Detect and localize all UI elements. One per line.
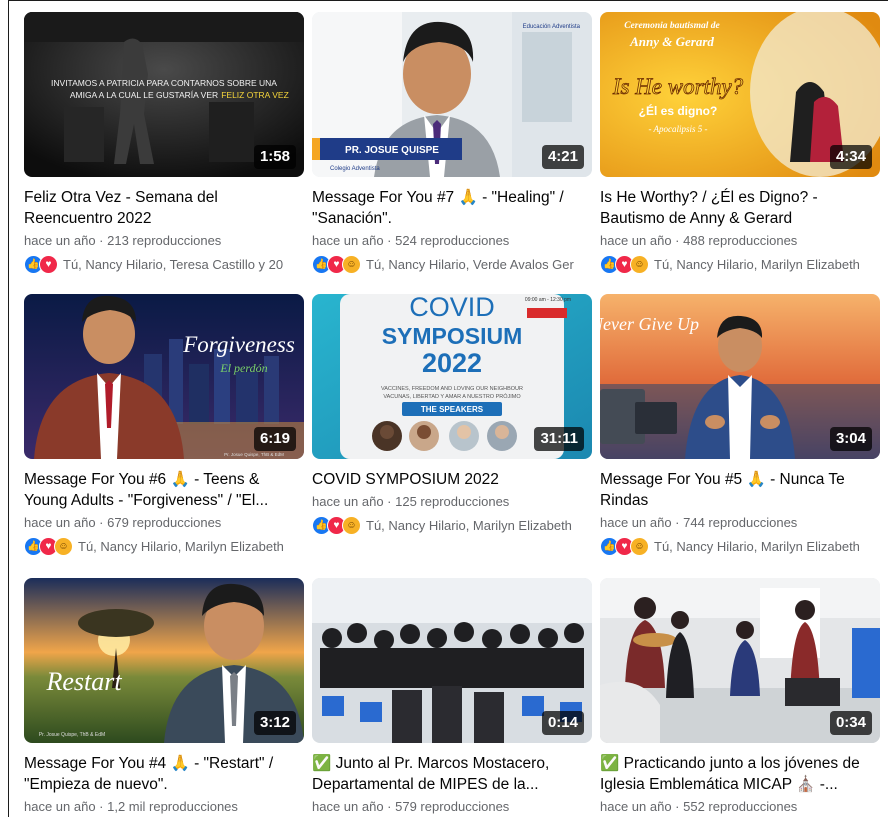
video-title[interactable]: ✅ Practicando junto a los jóvenes de Igl… [600, 753, 880, 795]
reactions-row[interactable]: 👍 ♥ ☺ Tú, Nancy Hilario, Marilyn Elizabe… [600, 536, 880, 556]
reaction-names: Tú, Nancy Hilario, Marilyn Elizabeth [366, 517, 572, 533]
reactions-row[interactable]: 👍 ♥ ☺ Tú, Nancy Hilario, Marilyn Elizabe… [600, 254, 880, 274]
video-title[interactable]: Message For You #5 🙏 - Nunca Te Rindas [600, 469, 880, 511]
thumb-tagline-es: VACUNAS, LIBERTAD Y AMAR A NUESTRO PRÓJI… [383, 393, 521, 400]
video-title[interactable]: Message For You #7 🙏 - "Healing" / "Sana… [312, 187, 592, 229]
video-meta: hace un año · 213 reproducciones [24, 233, 222, 248]
video-thumbnail[interactable]: PR. JOSUE QUISPE Colegio Adventista Educ… [312, 12, 592, 177]
video-meta: hace un año · 552 reproducciones [600, 799, 798, 814]
thumb-heading1: Ceremonia bautismal de [624, 21, 720, 31]
reaction-names: Tú, Nancy Hilario, Marilyn Elizabeth [654, 256, 860, 272]
thumb-reference: - Apocalipsis 5 - [648, 124, 707, 134]
video-thumbnail[interactable]: COVID SYMPOSIUM 2022 VACCINES, FREEDOM A… [312, 294, 592, 459]
video-meta: hace un año · 579 reproducciones [312, 799, 510, 814]
video-duration: 1:58 [253, 145, 296, 169]
thumb-heading2: SYMPOSIUM [382, 323, 523, 349]
thumb-name-banner: PR. JOSUE QUISPE [345, 145, 439, 156]
reaction-names: Tú, Nancy Hilario, Marilyn Elizabeth [78, 538, 284, 554]
video-title[interactable]: Feliz Otra Vez - Semana del Reencuentro … [24, 187, 304, 229]
video-card[interactable]: COVID SYMPOSIUM 2022 VACCINES, FREEDOM A… [312, 294, 592, 535]
thumb-subtitle: El perdón [219, 361, 267, 375]
video-title[interactable]: Is He Worthy? / ¿Él es Digno? - Bautismo… [600, 187, 880, 229]
thumb-text-line2: AMIGA A LA CUAL LE GUSTARÍA VER [70, 90, 218, 100]
care-reaction-icon: ☺ [54, 536, 73, 556]
thumb-main-title: Never Give Up [600, 314, 699, 334]
video-meta: hace un año · 125 reproducciones [312, 494, 510, 509]
thumb-text-highlight: FELIZ OTRA VEZ [221, 90, 289, 100]
video-thumbnail[interactable]: 0:14 [312, 578, 592, 743]
video-title[interactable]: Message For You #6 🙏 - Teens & Young Adu… [24, 469, 304, 511]
video-duration: 0:14 [541, 711, 584, 735]
video-card[interactable]: Forgiveness El perdón Pr. Josue Quispe, … [24, 294, 304, 556]
thumb-tagline-en: VACCINES, FREEDOM AND LOVING OUR NEIGHBO… [381, 386, 523, 392]
video-card[interactable]: INVITAMOS A PATRICIA PARA CONTARNOS SOBR… [24, 12, 304, 274]
video-card[interactable]: PR. JOSUE QUISPE Colegio Adventista Educ… [312, 12, 592, 274]
video-thumbnail[interactable]: 0:34 [600, 578, 880, 743]
thumb-school-label: Colegio Adventista [330, 166, 380, 172]
video-meta: hace un año · 744 reproducciones [600, 515, 798, 530]
video-thumbnail[interactable]: INVITAMOS A PATRICIA PARA CONTARNOS SOBR… [24, 12, 304, 177]
reaction-names: Tú, Nancy Hilario, Teresa Castillo y 20 [63, 256, 284, 272]
love-reaction-icon: ♥ [39, 254, 58, 274]
thumb-credit: Pr. Josue Quispe, ThB & EdM [224, 452, 284, 457]
care-reaction-icon: ☺ [630, 254, 649, 274]
video-duration: 4:34 [829, 145, 872, 169]
thumb-speakers-label: THE SPEAKERS [421, 405, 484, 414]
video-card[interactable]: Ceremonia bautismal de Anny & Gerard Is … [600, 12, 880, 274]
video-duration: 3:04 [829, 427, 872, 451]
thumb-heading1: COVID [409, 294, 495, 322]
thumb-main-title: Forgiveness [182, 332, 295, 357]
video-duration: 31:11 [534, 427, 584, 451]
reactions-row[interactable]: 👍 ♥ Tú, Nancy Hilario, Teresa Castillo y… [24, 254, 304, 274]
video-card[interactable]: 0:14 ✅ Junto al Pr. Marcos Mostacero, De… [312, 578, 592, 815]
video-duration: 6:19 [253, 427, 296, 451]
thumb-heading3: 2022 [422, 348, 482, 378]
thumb-credit: Pr. Josue Quispe, ThB & EdM [39, 732, 105, 738]
video-duration: 0:34 [829, 711, 872, 735]
care-reaction-icon: ☺ [630, 536, 649, 556]
video-thumbnail[interactable]: Never Give Up 3:04 [600, 294, 880, 459]
reactions-row[interactable]: 👍 ♥ ☺ Tú, Nancy Hilario, Marilyn Elizabe… [312, 515, 592, 535]
video-meta: hace un año · 679 reproducciones [24, 515, 222, 530]
video-thumbnail[interactable]: Ceremonia bautismal de Anny & Gerard Is … [600, 12, 880, 177]
reaction-names: Tú, Nancy Hilario, Verde Avalos Ger [366, 256, 574, 272]
video-meta: hace un año · 524 reproducciones [312, 233, 510, 248]
thumb-main-title: Restart [45, 667, 122, 696]
reactions-row[interactable]: 👍 ♥ ☺ Tú, Nancy Hilario, Marilyn Elizabe… [24, 536, 304, 556]
video-meta: hace un año · 488 reproducciones [600, 233, 798, 248]
video-duration: 3:12 [253, 711, 296, 735]
video-thumbnail[interactable]: Forgiveness El perdón Pr. Josue Quispe, … [24, 294, 304, 459]
video-meta: hace un año · 1,2 mil reproducciones [24, 799, 238, 814]
thumb-subtitle: ¿Él es digno? [639, 103, 718, 118]
video-card[interactable]: Never Give Up 3:04 Message For You #5 🙏 … [600, 294, 880, 556]
care-reaction-icon: ☺ [342, 254, 361, 274]
thumb-text-line1: INVITAMOS A PATRICIA PARA CONTARNOS SOBR… [51, 78, 277, 88]
reactions-row[interactable]: 👍 ♥ ☺ Tú, Nancy Hilario, Verde Avalos Ge… [312, 254, 592, 274]
thumb-time-range: 09:00 am - 12:30 pm [525, 297, 571, 303]
video-card[interactable]: Restart Pr. Josue Quispe, ThB & EdM 3:12… [24, 578, 304, 815]
video-card[interactable]: 0:34 ✅ Practicando junto a los jóvenes d… [600, 578, 880, 815]
thumb-main-title: Is He worthy? [612, 74, 744, 99]
thumb-heading2: Anny & Gerard [629, 34, 714, 49]
thumb-logo-text: Educación Adventista [523, 24, 581, 30]
reaction-names: Tú, Nancy Hilario, Marilyn Elizabeth [654, 538, 860, 554]
video-thumbnail[interactable]: Restart Pr. Josue Quispe, ThB & EdM 3:12 [24, 578, 304, 743]
care-reaction-icon: ☺ [342, 515, 361, 535]
video-title[interactable]: ✅ Junto al Pr. Marcos Mostacero, Departa… [312, 753, 592, 795]
video-title[interactable]: Message For You #4 🙏 - "Restart" / "Empi… [24, 753, 304, 795]
video-duration: 4:21 [541, 145, 584, 169]
